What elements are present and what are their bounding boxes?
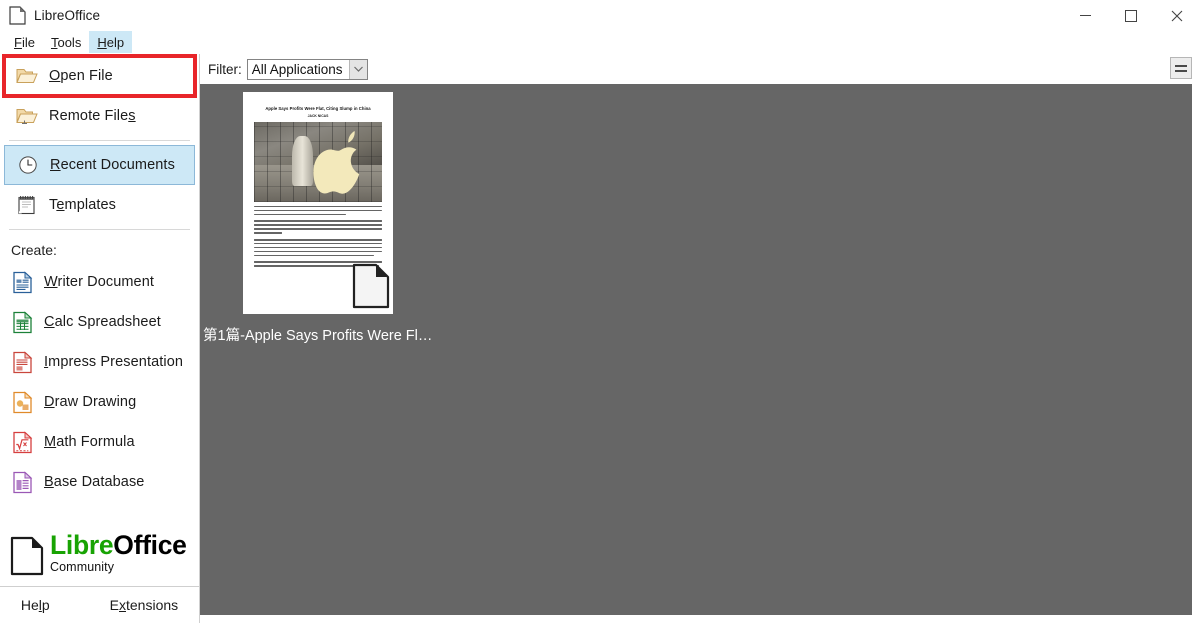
create-list: Writer Document Calc Spreadsheet Impress… [0, 262, 199, 502]
brand-name-secondary: Office [113, 530, 187, 560]
brand-name-primary: Libre [50, 530, 114, 560]
brand-title: LibreOffice [50, 532, 187, 559]
sidebar-divider-1 [9, 140, 190, 141]
recent-document-name: 第1篇-Apple Says Profits Were Flat,... [203, 328, 433, 344]
thumbnail-paragraph-1 [254, 205, 382, 216]
libreoffice-logo-icon [10, 536, 44, 576]
sidebar: Open File Remote Files Recent Documents … [0, 54, 200, 623]
templates-icon [18, 196, 35, 215]
create-item-calc-label: Calc Spreadsheet [44, 314, 161, 330]
base-icon [13, 470, 33, 493]
create-item-calc[interactable]: Calc Spreadsheet [0, 302, 199, 342]
sidebar-item-recent-documents-label: Recent Documents [50, 157, 175, 173]
draw-icon [13, 390, 33, 413]
thumbnail-headline: Apple Says Profits Were Flat, Citing Slu… [265, 106, 371, 111]
list-view-icon[interactable] [1170, 57, 1192, 79]
create-item-math[interactable]: Math Formula [0, 422, 199, 462]
writer-document-icon [352, 263, 390, 309]
create-item-draw-label: Draw Drawing [44, 394, 137, 410]
calc-icon [13, 310, 33, 333]
create-item-writer-label: Writer Document [44, 274, 155, 290]
menu-bar: File Tools Help [0, 31, 1200, 54]
minimize-button[interactable] [1062, 0, 1108, 31]
math-icon [13, 430, 33, 453]
menu-item-tools[interactable]: Tools [43, 31, 89, 53]
main-pane: Filter: All Applications Apple Says Prof… [200, 54, 1200, 623]
create-item-base[interactable]: Base Database [0, 462, 199, 502]
footer-help-link[interactable]: Help [21, 597, 50, 613]
libreoffice-start-center: LibreOffice File Tools Help Open File Re… [0, 0, 1200, 623]
filter-select-value: All Applications [251, 61, 343, 77]
content-area: Open File Remote Files Recent Documents … [0, 54, 1200, 623]
create-section-label: Create: [11, 242, 57, 258]
document-icon [9, 6, 26, 25]
create-item-draw[interactable]: Draw Drawing [0, 382, 199, 422]
menu-item-help[interactable]: Help [89, 31, 133, 53]
recent-document-item[interactable]: Apple Says Profits Were Flat, Citing Slu… [203, 84, 433, 345]
brand-edition: Community [50, 559, 115, 574]
create-item-base-label: Base Database [44, 474, 145, 490]
footer-extensions-link[interactable]: Extensions [110, 597, 179, 613]
window-title: LibreOffice [34, 8, 101, 23]
close-button[interactable] [1154, 0, 1200, 31]
title-bar: LibreOffice [0, 0, 1200, 31]
sidebar-item-recent-documents[interactable]: Recent Documents [4, 145, 195, 185]
remote-folder-icon [16, 109, 38, 124]
apple-store-photo [254, 121, 382, 202]
clock-icon [19, 156, 37, 174]
close-icon [1171, 10, 1183, 21]
create-item-impress-label: Impress Presentation [44, 354, 184, 370]
sidebar-nav: Open File Remote Files Recent Documents … [0, 54, 199, 234]
thumbnail-paragraph-3 [254, 238, 382, 257]
window-controls [1062, 0, 1200, 31]
brand-text: LibreOffice Community [50, 532, 187, 573]
thumbnail-paragraph-2 [254, 220, 382, 234]
create-item-writer[interactable]: Writer Document [0, 262, 199, 302]
brand-block: LibreOffice Community [0, 526, 199, 587]
sidebar-item-remote-files-label: Remote Files [49, 108, 136, 124]
impress-icon [13, 350, 33, 373]
recent-documents-grid[interactable]: Apple Says Profits Were Flat, Citing Slu… [200, 84, 1192, 615]
create-item-impress[interactable]: Impress Presentation [0, 342, 199, 382]
sidebar-divider-2 [9, 229, 190, 230]
sidebar-item-remote-files[interactable]: Remote Files [4, 96, 195, 136]
sidebar-item-open-file[interactable]: Open File [2, 54, 197, 98]
menu-item-file[interactable]: File [6, 31, 43, 53]
chevron-down-icon[interactable] [348, 59, 367, 79]
sidebar-item-open-file-label: Open File [49, 68, 113, 84]
document-thumbnail[interactable]: Apple Says Profits Were Flat, Citing Slu… [243, 92, 393, 314]
sidebar-footer: Help Extensions [0, 587, 199, 623]
writer-icon [13, 270, 33, 293]
maximize-button[interactable] [1108, 0, 1154, 31]
sidebar-item-templates[interactable]: Templates [4, 185, 195, 225]
thumbnail-byline: JACK NICAS [307, 113, 329, 118]
sidebar-item-templates-label: Templates [49, 197, 117, 213]
open-folder-icon [16, 69, 38, 83]
filter-label: Filter: [208, 61, 242, 77]
apple-logo-icon [313, 131, 360, 195]
filter-bar: Filter: All Applications [200, 54, 1200, 84]
create-item-math-label: Math Formula [44, 434, 135, 450]
filter-select[interactable]: All Applications [246, 58, 368, 80]
